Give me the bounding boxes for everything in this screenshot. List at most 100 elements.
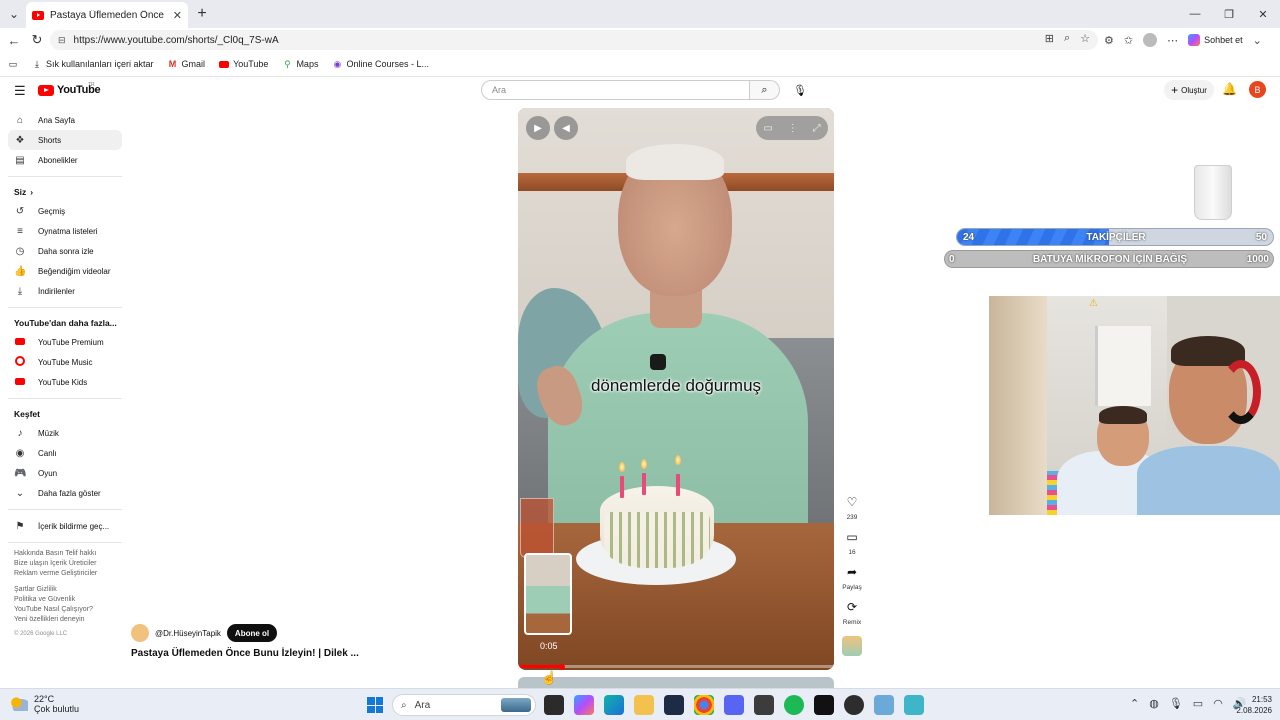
favorite-star-icon[interactable]: ☆: [1080, 32, 1090, 45]
store-app-icon[interactable]: [664, 695, 684, 715]
fullscreen-icon[interactable]: ⤢: [813, 123, 821, 134]
comments-button[interactable]: ▭ 16: [840, 529, 864, 556]
sidebar-item-premium[interactable]: YouTube Premium: [8, 332, 122, 352]
sidebar-item-music[interactable]: YouTube Music: [8, 352, 122, 372]
chrome-icon[interactable]: [694, 695, 714, 715]
back-arrow-icon[interactable]: ←: [4, 30, 24, 50]
progress-bar[interactable]: [518, 665, 834, 668]
sidebar-item-liked-videos[interactable]: 👍 Beğendiğim videolar: [8, 261, 122, 281]
more-vertical-icon[interactable]: ⋮: [788, 123, 798, 134]
remix-button[interactable]: ⟳ Remix: [840, 599, 864, 626]
tab-list-chevron-icon[interactable]: ⌄: [4, 4, 24, 24]
task-view-icon[interactable]: [544, 695, 564, 715]
restore-icon[interactable]: ❐: [1212, 0, 1246, 28]
discord-icon[interactable]: [724, 695, 744, 715]
channel-avatar[interactable]: [131, 624, 149, 642]
footer-link-row[interactable]: Şartlar Gizlilik: [14, 585, 122, 595]
footer-link-row[interactable]: YouTube Nasıl Çalışıyor?: [14, 605, 122, 615]
footer-link-row[interactable]: Reklam verme Geliştiriciler: [14, 569, 122, 579]
minimize-icon[interactable]: —: [1178, 0, 1212, 28]
sidebar-item-watch-later[interactable]: ◷ Daha sonra izle: [8, 241, 122, 261]
captions-icon[interactable]: ▭: [763, 123, 772, 134]
tray-chevron-up-icon[interactable]: ⌃: [1130, 697, 1139, 710]
bookmark-youtube[interactable]: YouTube: [219, 59, 268, 69]
bookmark-import[interactable]: ⤓ Sık kullanılanları içeri aktar: [32, 59, 154, 70]
sidebar-item-music-explore[interactable]: ♪ Müzik: [8, 423, 122, 443]
footer-link-row[interactable]: Yeni özellikleri deneyin: [14, 615, 122, 625]
sidebar-item-kids[interactable]: YouTube Kids: [8, 372, 122, 392]
webcam-hair-left: [1099, 406, 1147, 424]
footer-link-row[interactable]: Hakkında Basın Telif hakkı: [14, 549, 122, 559]
sidebar-you-heading[interactable]: Siz ›: [8, 183, 122, 201]
sidebar-item-report-history[interactable]: ⚑ İçerik bildirme geç...: [8, 516, 122, 536]
shorts-video-player[interactable]: ▶ ◀ ▭ ⋮ ⤢ dönemlerde doğurmuş 0:05: [518, 108, 834, 670]
browser-tab-active[interactable]: Pastaya Üflemeden Önce Bunu İzle ✕: [26, 2, 188, 28]
taskbar-search[interactable]: ⌕ Ara: [392, 694, 536, 716]
file-explorer-icon[interactable]: [634, 695, 654, 715]
chevron-right-icon: ›: [30, 187, 34, 197]
bookmark-online-courses[interactable]: ◉ Online Courses - L...: [332, 59, 429, 70]
sound-button[interactable]: [840, 634, 864, 656]
tab-close-icon[interactable]: ✕: [173, 9, 182, 22]
youtube-logo-icon: [38, 84, 54, 96]
app-available-icon[interactable]: ⊞: [1045, 32, 1054, 45]
sidebar-item-downloads[interactable]: ⤓ İndirilenler: [8, 281, 122, 301]
sidebar-item-subscriptions[interactable]: ▤ Abonelikler: [8, 150, 122, 170]
search-icon[interactable]: ⌕: [750, 80, 780, 100]
bookmark-gmail[interactable]: M Gmail: [168, 59, 205, 69]
close-window-icon[interactable]: ✕: [1246, 0, 1280, 28]
remote-desktop-icon[interactable]: [874, 695, 894, 715]
wifi-icon[interactable]: ◠: [1213, 697, 1223, 710]
refresh-icon[interactable]: ↻: [27, 30, 47, 50]
more-options-icon[interactable]: ⋯: [1167, 34, 1178, 47]
sidebar-item-live[interactable]: ◉ Canlı: [8, 443, 122, 463]
account-avatar[interactable]: B: [1249, 81, 1266, 98]
short-title[interactable]: Pastaya Üflemeden Önce Bunu İzleyin! | D…: [131, 648, 359, 659]
footer-link-row[interactable]: Politika ve Güvenlik: [14, 595, 122, 605]
sidebar-item-home[interactable]: ⌂ Ana Sayfa: [8, 110, 122, 130]
search-input[interactable]: Ara: [481, 80, 750, 100]
history-icon: ↺: [15, 205, 25, 217]
sidebar-item-show-more[interactable]: ⌄ Daha fazla göster: [8, 483, 122, 503]
copilot-app-icon[interactable]: [574, 695, 594, 715]
edge-browser-icon[interactable]: [604, 695, 624, 715]
extensions-icon[interactable]: ⚙: [1104, 34, 1114, 47]
new-tab-plus-icon[interactable]: +: [192, 4, 212, 24]
hamburger-menu-icon[interactable]: ☰: [14, 83, 26, 99]
zoom-icon[interactable]: ⌕: [1064, 32, 1070, 45]
monitor-icon[interactable]: ▭: [1193, 697, 1203, 710]
share-button[interactable]: ➦ Paylaş: [840, 564, 864, 591]
channel-name[interactable]: @Dr.HüseyinTapik: [155, 629, 221, 638]
notifications-bell-icon[interactable]: 🔔: [1222, 82, 1237, 96]
create-button[interactable]: + Oluştur: [1164, 80, 1214, 100]
play-icon[interactable]: ▶: [526, 116, 550, 140]
sidebar-item-history[interactable]: ↺ Geçmiş: [8, 201, 122, 221]
subscriptions-icon: ▤: [15, 154, 25, 166]
tray-app-icon[interactable]: ◍: [1149, 697, 1159, 710]
bookmark-maps[interactable]: ⚲ Maps: [282, 59, 318, 70]
sidebar-item-shorts[interactable]: ❖ Shorts: [8, 130, 122, 150]
settings-gear-icon[interactable]: [904, 695, 924, 715]
app-icon[interactable]: [814, 695, 834, 715]
favorites-icon[interactable]: ✩: [1124, 34, 1133, 47]
like-button[interactable]: ♡ 239: [840, 494, 864, 521]
sidebar-item-playlists[interactable]: ≡ Oynatma listeleri: [8, 221, 122, 241]
url-field[interactable]: ⊟ https://www.youtube.com/shorts/_Cl0q_7…: [50, 30, 1098, 50]
site-info-icon[interactable]: ⊟: [58, 35, 66, 46]
collections-icon[interactable]: ▭: [8, 59, 18, 69]
microphone-icon[interactable]: 🎙: [1169, 697, 1183, 710]
weather-widget[interactable]: 22°C Çok bulutlu: [10, 694, 79, 714]
recording-app-icon[interactable]: [844, 695, 864, 715]
profile-avatar[interactable]: [1143, 33, 1158, 47]
spotify-icon[interactable]: [784, 695, 804, 715]
subscribe-button[interactable]: Abone ol: [226, 624, 278, 642]
system-clock[interactable]: 21:53 2.08.2026: [1232, 694, 1272, 716]
voice-search-mic-icon[interactable]: 🎙: [790, 80, 810, 100]
sidebar-chevron-icon[interactable]: ⌄: [1253, 34, 1262, 47]
obs-icon[interactable]: [754, 695, 774, 715]
footer-link-row[interactable]: Bize ulaşın İçerik Üreticiler: [14, 559, 122, 569]
windows-start-icon[interactable]: [367, 697, 383, 713]
volume-icon[interactable]: ◀: [554, 116, 578, 140]
sidebar-item-gaming[interactable]: 🎮 Oyun: [8, 463, 122, 483]
copilot-button[interactable]: Sohbet et: [1188, 34, 1243, 46]
